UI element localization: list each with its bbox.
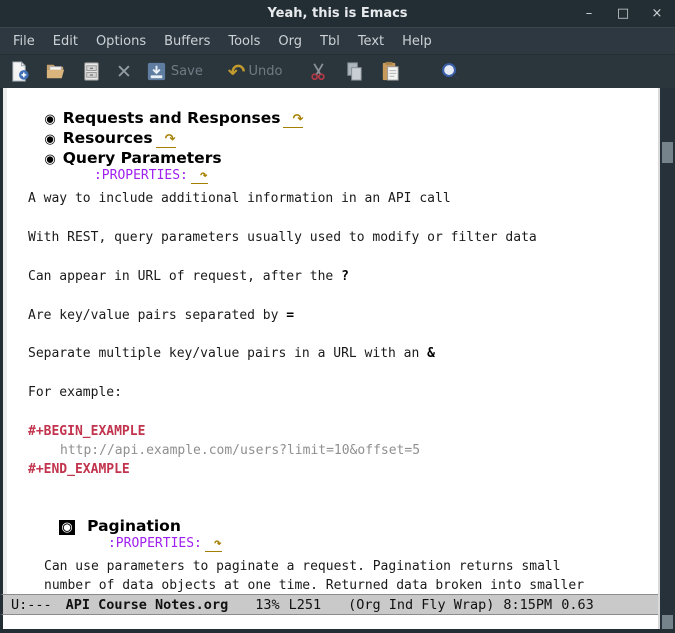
minibuffer-scrollbar-track[interactable] xyxy=(658,615,675,629)
menu-file[interactable]: File xyxy=(4,30,44,53)
left-fringe xyxy=(3,88,7,594)
paragraph: Are key/value pairs separated by = xyxy=(28,308,294,323)
paragraph: A way to include additional information … xyxy=(28,191,451,206)
paragraph: Can use parameters to paginate a request… xyxy=(44,559,561,574)
menu-options[interactable]: Options xyxy=(87,30,155,53)
menu-org[interactable]: Org xyxy=(269,30,311,53)
scrollbar-gap xyxy=(658,594,675,615)
dired-icon[interactable] xyxy=(80,59,103,85)
window-title: Yeah, this is Emacs xyxy=(267,6,407,21)
paragraph: Separate multiple key/value pairs in a U… xyxy=(28,346,435,361)
undo-button[interactable]: ↶ Undo xyxy=(228,59,283,85)
menu-text[interactable]: Text xyxy=(349,30,393,53)
minibuffer-scrollbar-thumb[interactable] xyxy=(662,615,673,629)
close-buffer-icon[interactable]: ✕ xyxy=(116,59,132,85)
titlebar: Yeah, this is Emacs – □ × xyxy=(0,0,675,27)
modeline-percent: 13% xyxy=(255,597,279,613)
fold-ellipsis-icon[interactable]: ↷ xyxy=(283,112,303,128)
save-label: Save xyxy=(171,64,203,79)
paragraph: With REST, query parameters usually used… xyxy=(28,230,537,245)
cut-icon[interactable] xyxy=(307,59,330,85)
org-begin-example-keyword: #+BEGIN_EXAMPLE xyxy=(28,424,145,439)
modeline-load-average: 0.63 xyxy=(561,597,594,613)
new-file-icon[interactable] xyxy=(8,59,31,85)
modeline-buffer-name: API Course Notes.org xyxy=(66,597,229,613)
paragraph: For example: xyxy=(28,385,122,400)
menu-help[interactable]: Help xyxy=(393,30,441,53)
modeline-status: U:--- xyxy=(11,597,52,613)
maximize-icon[interactable]: □ xyxy=(615,7,631,21)
open-file-icon[interactable] xyxy=(44,59,67,85)
save-buffer-button[interactable]: Save xyxy=(145,59,203,85)
menu-tools[interactable]: Tools xyxy=(219,30,269,53)
org-end-example-keyword: #+END_EXAMPLE xyxy=(28,462,130,477)
minimize-icon[interactable]: – xyxy=(581,7,597,21)
echo-area-row xyxy=(0,615,675,629)
undo-label: Undo xyxy=(248,64,282,79)
paragraph: Can appear in URL of request, after the … xyxy=(28,269,349,284)
frame-bottom-edge xyxy=(0,629,675,633)
fold-ellipsis-icon[interactable]: ↷ xyxy=(191,168,208,184)
fold-ellipsis-icon[interactable]: ↷ xyxy=(205,536,222,552)
toolbar: ✕ Save ↶ Undo xyxy=(0,54,675,88)
modeline-clock: 8:15PM xyxy=(503,597,552,613)
paragraph: number of data objects at one time. Retu… xyxy=(44,578,584,593)
menu-edit[interactable]: Edit xyxy=(44,30,87,53)
copy-icon[interactable] xyxy=(343,59,366,85)
scrollbar-thumb[interactable] xyxy=(662,142,673,163)
menu-buffers[interactable]: Buffers xyxy=(155,30,219,53)
window-controls: – □ × xyxy=(581,0,665,27)
paste-icon[interactable] xyxy=(379,59,402,85)
modeline-line-number: L251 xyxy=(289,597,322,613)
modeline-minor-modes: (Org Ind Fly Wrap) xyxy=(348,597,494,613)
close-icon[interactable]: × xyxy=(649,7,665,21)
modeline: U:--- API Course Notes.org 13% L251 (Org… xyxy=(0,594,658,615)
example-url: http://api.example.com/users?limit=10&of… xyxy=(60,443,420,458)
menu-tbl[interactable]: Tbl xyxy=(311,30,349,53)
scrollbar-track[interactable] xyxy=(658,88,675,594)
isearch-icon[interactable] xyxy=(439,59,462,85)
emacs-frame-body: ◉Requests and Responses↷ ◉Resources↷ ◉Qu… xyxy=(0,88,675,594)
modeline-row: U:--- API Course Notes.org 13% L251 (Org… xyxy=(0,594,675,615)
menubar: File Edit Options Buffers Tools Org Tbl … xyxy=(0,27,675,54)
buffer-window[interactable]: ◉Requests and Responses↷ ◉Resources↷ ◉Qu… xyxy=(0,88,658,594)
echo-area[interactable] xyxy=(0,615,658,629)
